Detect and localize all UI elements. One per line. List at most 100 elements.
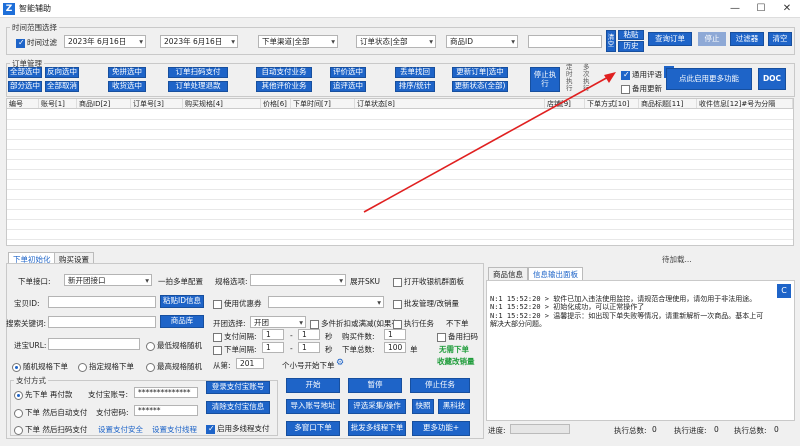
exec-total-value: 0 bbox=[652, 425, 657, 434]
col-header[interactable]: 订单号[3] bbox=[131, 99, 183, 108]
inbound-url-input[interactable] bbox=[48, 338, 140, 350]
coupon-checkbox[interactable]: 使用优惠券 bbox=[213, 298, 262, 309]
order-interval-max[interactable]: 1 bbox=[298, 342, 320, 353]
col-header[interactable]: 收件信息[12]#号为分隔 bbox=[697, 99, 793, 108]
batch-checkbox[interactable]: 批发管理/改销量 bbox=[393, 298, 459, 309]
stop-button[interactable]: 停止 bbox=[698, 32, 726, 46]
highest-size-radio[interactable]: 最高规格随机 bbox=[146, 361, 202, 372]
col-header[interactable]: 商品ID[2] bbox=[77, 99, 131, 108]
clear-button[interactable]: 清空 bbox=[606, 30, 616, 52]
select-all-button[interactable]: 全部选中 bbox=[8, 67, 42, 78]
eval-collect-button[interactable]: 评选采集/操作 bbox=[348, 399, 406, 414]
maximize-button[interactable]: ☐ bbox=[748, 0, 774, 18]
query-orders-button[interactable]: 查询订单 bbox=[648, 32, 692, 46]
multi-discount-checkbox[interactable]: 多件折扣或满减(如果有) bbox=[310, 318, 402, 329]
pay-thread-link[interactable]: 设置支付线程 bbox=[152, 424, 197, 435]
clear-alipay-button[interactable]: 清除支付宝信息 bbox=[206, 401, 270, 414]
radio-icon bbox=[146, 341, 155, 351]
clear-all-button[interactable]: 清空 bbox=[768, 32, 792, 46]
coupon-select[interactable] bbox=[268, 296, 384, 308]
col-header[interactable]: 编号 bbox=[7, 99, 39, 108]
lowest-size-radio[interactable]: 最低规格随机 bbox=[146, 340, 202, 351]
col-header[interactable]: 商品标题[11] bbox=[639, 99, 697, 108]
import-address-button[interactable]: 导入账号地址 bbox=[286, 399, 340, 414]
scan-pay-radio[interactable]: 下单 然后扫码支付 bbox=[14, 424, 87, 435]
invert-select-button[interactable]: 反向选中 bbox=[45, 67, 79, 78]
auto-pay-radio[interactable]: 下单 然后自动支付 bbox=[14, 407, 87, 418]
enable-more-features-button[interactable]: 点此启用更多功能 bbox=[666, 68, 752, 90]
gear-icon[interactable]: ⚙ bbox=[336, 358, 344, 368]
col-header[interactable]: 账号[1] bbox=[39, 99, 77, 108]
order-interval-checkbox[interactable]: 下单间隔: bbox=[213, 344, 257, 355]
bao-id-label: 宝贝ID: bbox=[14, 299, 40, 308]
free-group-select-button[interactable]: 免拼选中 bbox=[108, 67, 146, 78]
start-date-field[interactable]: 2023年 6月16日 bbox=[64, 35, 146, 48]
pay-safety-link[interactable]: 设置支付安全 bbox=[98, 424, 143, 435]
minimize-button[interactable]: — bbox=[722, 0, 748, 18]
progress-bar-row: 进度: 执行总数: 0 执行进度: 0 执行总数: 0 bbox=[486, 423, 795, 437]
order-status-select[interactable]: 订单状态|全部 bbox=[356, 35, 436, 48]
receive-select-button[interactable]: 收货选中 bbox=[108, 81, 146, 92]
partial-select-button[interactable]: 部分选中 bbox=[8, 81, 42, 92]
exec-task-checkbox[interactable]: 执行任务 bbox=[393, 318, 434, 329]
col-header[interactable]: 购买规格[4] bbox=[183, 99, 261, 108]
open-browser-checkbox[interactable]: 打开收银机群面板 bbox=[393, 276, 464, 287]
time-filter-checkbox[interactable]: 时间过滤 bbox=[16, 37, 57, 48]
pay-interval-checkbox[interactable]: 支付间隔: bbox=[213, 331, 257, 342]
group-select[interactable]: 开团 bbox=[250, 316, 306, 328]
more-features-button[interactable]: 更多功能+ bbox=[412, 421, 470, 436]
bao-id-input[interactable] bbox=[48, 296, 156, 308]
multi-thread-checkbox[interactable]: 启用多线程支付 bbox=[206, 423, 270, 434]
scan-pay-button[interactable]: 订单扫码支付 bbox=[168, 67, 228, 78]
pay-interval-max[interactable]: 1 bbox=[298, 329, 320, 340]
specified-spec-radio[interactable]: 指定规格下单 bbox=[78, 361, 134, 372]
paste-button[interactable]: 粘贴 bbox=[618, 30, 644, 40]
spec-label: 规格选项: bbox=[215, 277, 248, 286]
pay-interval-min[interactable]: 1 bbox=[262, 329, 284, 340]
tab-output-panel[interactable]: 信息输出面板 bbox=[528, 267, 583, 281]
col-header[interactable]: 价格[6] bbox=[261, 99, 291, 108]
spec-select[interactable] bbox=[250, 274, 346, 286]
history-button[interactable]: 历史 bbox=[618, 41, 644, 52]
alipay-account-label: 支付宝账号: bbox=[88, 390, 129, 399]
order-total-input[interactable]: 100 bbox=[384, 342, 406, 353]
pay-password-input[interactable]: ****** bbox=[134, 405, 198, 416]
login-alipay-button[interactable]: 登录支付宝账号 bbox=[206, 381, 270, 394]
refund-button[interactable]: 订单处理退款 bbox=[168, 81, 228, 92]
tab-product-info[interactable]: 商品信息 bbox=[488, 267, 528, 281]
unit-label: 单 bbox=[410, 345, 418, 354]
start-button[interactable]: 开始 bbox=[286, 378, 340, 393]
col-header[interactable]: 下单时间[7] bbox=[291, 99, 355, 108]
filter-button[interactable]: 过滤器 bbox=[730, 32, 764, 46]
snapshot-button[interactable]: 快照 bbox=[412, 399, 434, 414]
close-button[interactable]: ✕ bbox=[774, 0, 800, 18]
buy-count-input[interactable]: 1 bbox=[384, 329, 406, 340]
backup-update-checkbox[interactable]: 备用更新 bbox=[621, 83, 662, 94]
black-tech-button[interactable]: 黑科技 bbox=[438, 399, 470, 414]
search-keyword-input[interactable] bbox=[48, 316, 156, 328]
backup-scan-checkbox[interactable]: 备用扫码 bbox=[437, 331, 478, 342]
inbound-url-label: 进宝URL: bbox=[14, 341, 47, 350]
stop-task-button[interactable]: 停止任务 bbox=[410, 378, 470, 393]
end-date-field[interactable]: 2023年 6月16日 bbox=[160, 35, 238, 48]
auto-pay-button[interactable]: 自动支付业务 bbox=[256, 67, 312, 78]
alipay-account-input[interactable]: ************** bbox=[134, 387, 198, 398]
doc-icon[interactable]: DOC bbox=[758, 68, 786, 90]
iface-select[interactable]: 新开团接口 bbox=[64, 274, 152, 286]
other-eval-button[interactable]: 其他评价业务 bbox=[256, 81, 312, 92]
from-input[interactable]: 201 bbox=[236, 358, 264, 369]
product-library-button[interactable]: 商品库 bbox=[160, 315, 204, 328]
random-spec-radio[interactable]: 随机规格下单 bbox=[12, 361, 68, 372]
order-interval-min[interactable]: 1 bbox=[262, 342, 284, 353]
general-eval-checkbox[interactable]: 通用评语 bbox=[621, 69, 662, 80]
product-id-select[interactable]: 商品ID bbox=[446, 35, 518, 48]
batch-multithread-order-button[interactable]: 批发多线程下单 bbox=[348, 421, 406, 436]
multi-window-order-button[interactable]: 多窗口下单 bbox=[286, 421, 340, 436]
paste-id-button[interactable]: 粘贴ID信息 bbox=[160, 295, 204, 308]
copy-icon[interactable]: C bbox=[777, 284, 791, 298]
cancel-all-button[interactable]: 全部取消 bbox=[45, 81, 79, 92]
search-value-input[interactable] bbox=[528, 35, 602, 48]
channel-select[interactable]: 下单渠道|全部 bbox=[258, 35, 338, 48]
first-order-radio[interactable]: 先下单 再付款 bbox=[14, 389, 72, 400]
pause-button[interactable]: 暂停 bbox=[348, 378, 402, 393]
